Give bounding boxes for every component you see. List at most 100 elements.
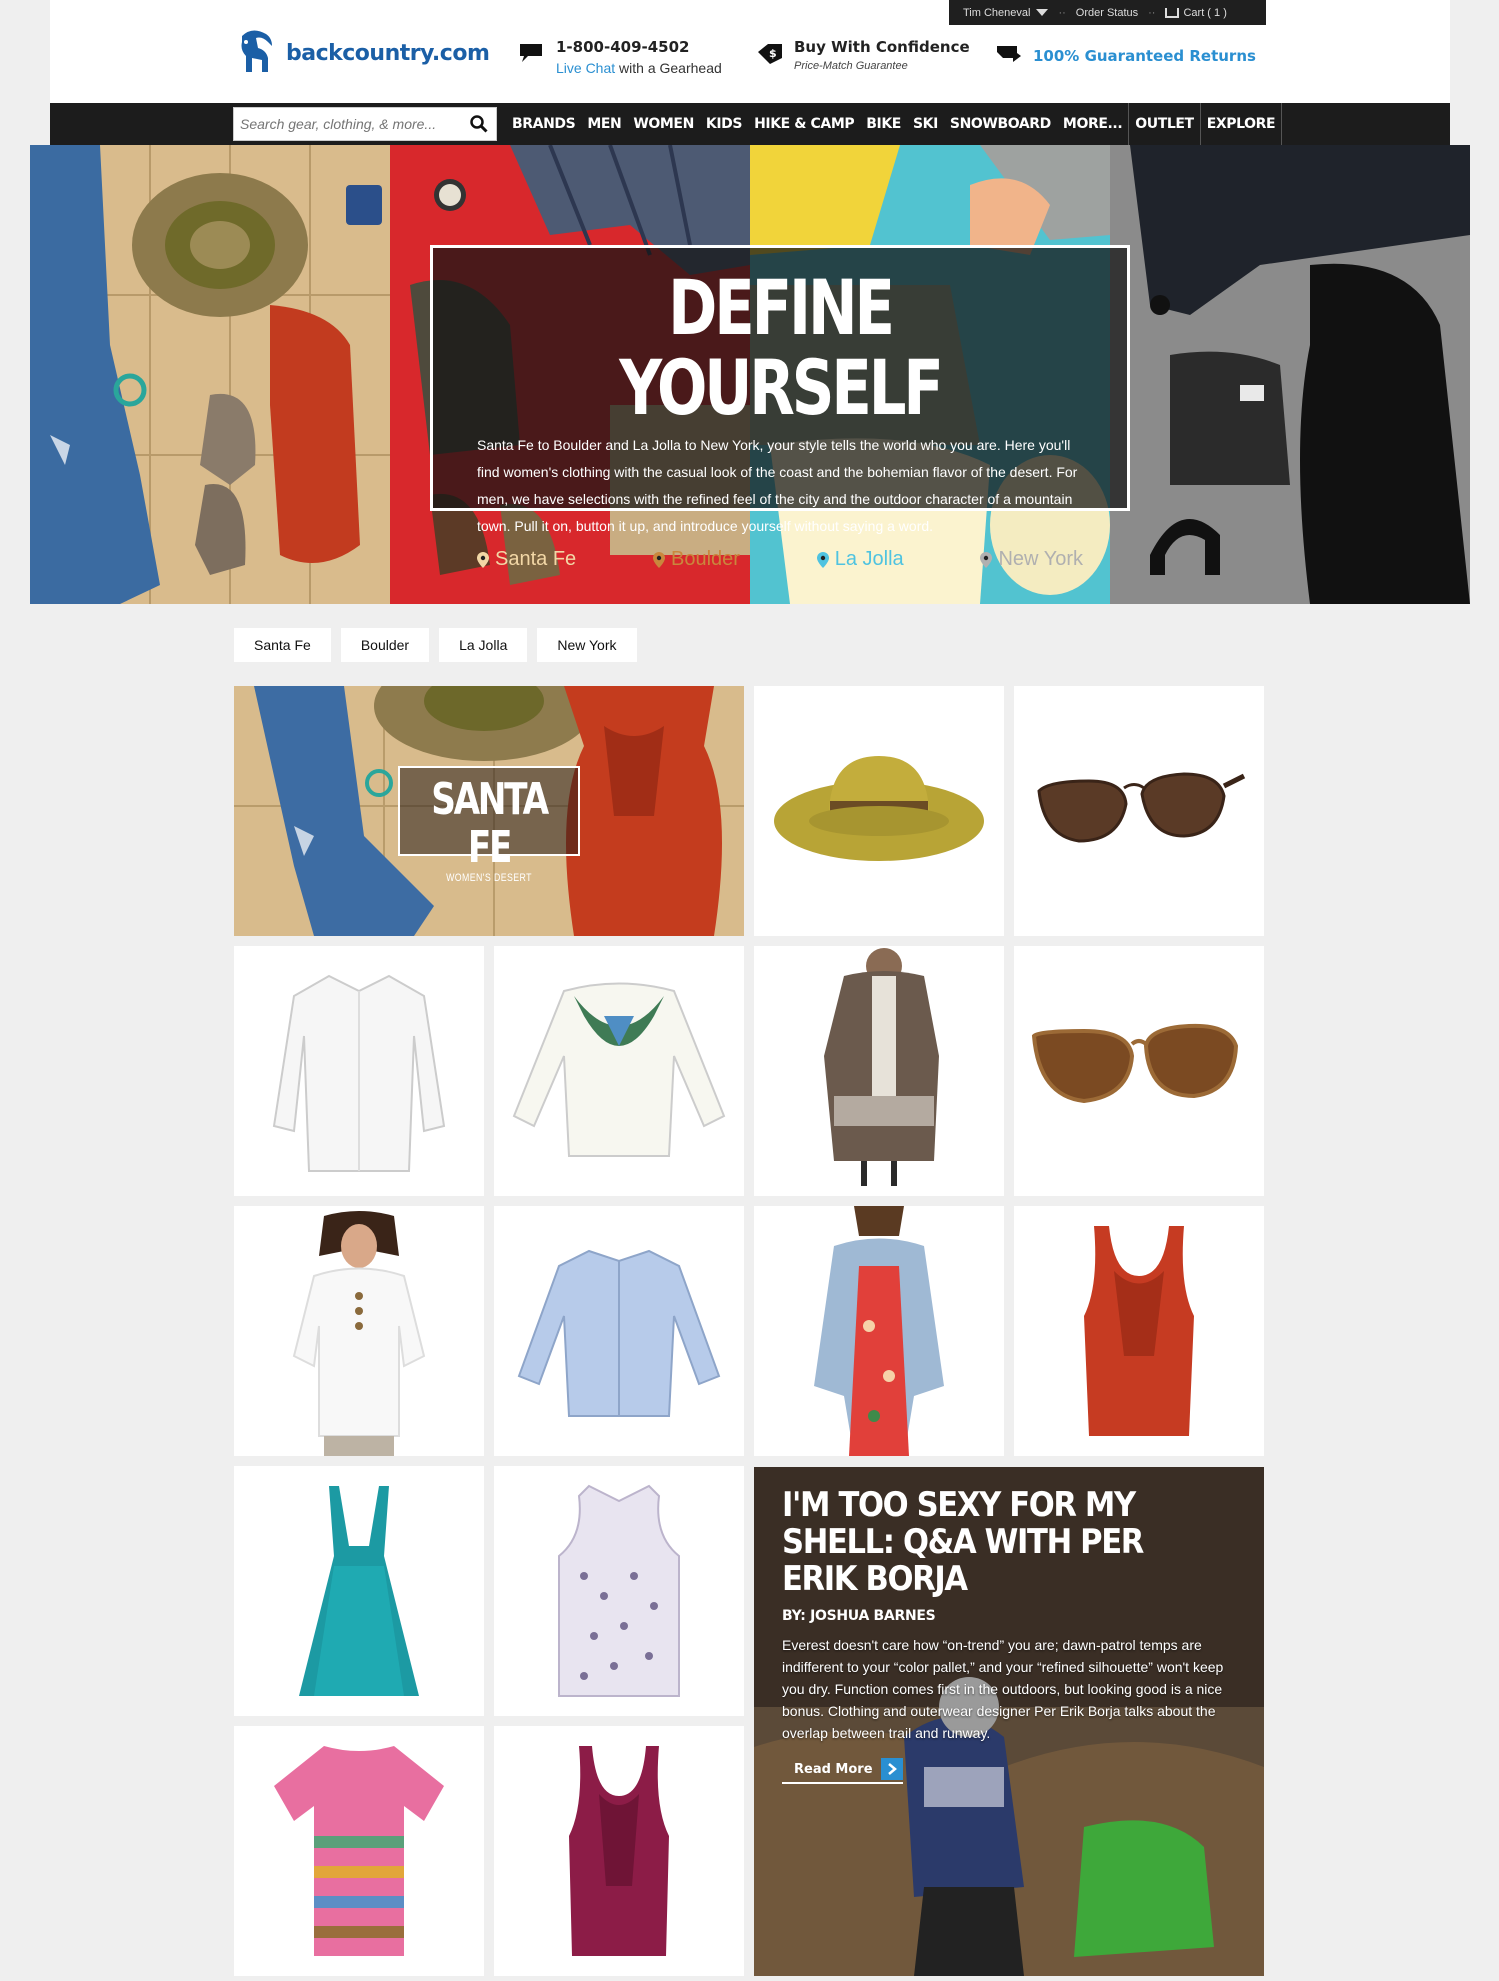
logo[interactable]: backcountry.com [232,28,490,78]
returns-promo: 100% Guaranteed Returns [995,38,1256,65]
hero-city-la-jolla[interactable]: La Jolla [816,548,904,571]
product-tile-sleeveless-print[interactable] [494,1466,744,1716]
sleeveless-print-image [558,1484,680,1697]
white-shirt-image [272,974,446,1172]
santa-fe-label: SANTA FE WOMEN'S DESERT [398,766,580,884]
price-match-text: Price-Match Guarantee [794,60,908,72]
hero-city-boulder[interactable]: Boulder [652,548,740,571]
search-box [233,107,497,141]
santa-fe-title: SANTA FE [431,774,549,873]
nav-kids[interactable]: KIDS [700,103,748,145]
santa-fe-feature-tile[interactable]: SANTA FE WOMEN'S DESERT [234,686,744,936]
red-tank-image [1084,1226,1194,1436]
nav-more[interactable]: MORE... [1057,103,1128,145]
article-content: I'm Too Sexy For My Shell: Q&A With Per … [782,1487,1242,1784]
chevron-right-icon [880,1758,903,1780]
hero-city-new-york[interactable]: New York [980,548,1083,571]
user-name: Tim Cheneval [963,6,1031,19]
nav-bike[interactable]: BIKE [860,103,907,145]
product-tile-blue-shirt[interactable] [494,1206,744,1456]
product-tile-teal-dress[interactable] [234,1466,484,1716]
separator: ·· [1058,6,1066,19]
city-label: Santa Fe [495,548,577,570]
white-tunic-image [292,1211,426,1456]
straw-hat-image [774,756,984,861]
teal-dress-image [299,1486,419,1696]
product-tile-printed-top[interactable] [494,946,744,1196]
logo-text: backcountry.com [286,40,490,66]
nav-hike-camp[interactable]: HIKE & CAMP [748,103,860,145]
live-chat-link[interactable]: Live Chat [556,60,615,76]
cart-link[interactable]: Cart ( 1 ) [1165,6,1227,19]
hero-cities: Santa Fe Boulder La Jolla New York [477,548,1083,571]
article-card[interactable]: I'm Too Sexy For My Shell: Q&A With Per … [754,1467,1264,1976]
nav-explore[interactable]: EXPLORE [1199,103,1283,145]
gearhead-text: with a Gearhead [615,60,722,76]
product-tile-white-shirt[interactable] [234,946,484,1196]
hero-panel-santa-fe[interactable] [30,145,390,604]
main-nav: BRANDS MEN WOMEN KIDS HIKE & CAMP BIKE S… [50,103,1450,145]
product-tile-denim-jacket[interactable] [754,1206,1004,1456]
goat-icon [232,28,278,78]
cardigan-image [824,948,939,1186]
chevron-down-icon [1036,9,1049,17]
map-pin-icon [980,551,993,568]
chat-bubble-icon [520,44,542,62]
hero-overlay: DEFINE YOURSELF Santa Fe to Boulder and … [430,245,1130,570]
blue-shirt-image [517,1249,721,1417]
product-tile-maroon-tank[interactable] [494,1726,744,1976]
search-input[interactable] [240,116,460,132]
order-status-link[interactable]: Order Status [1076,7,1138,19]
hero-banner: DEFINE YOURSELF Santa Fe to Boulder and … [30,145,1470,604]
nav-men[interactable]: MEN [581,103,627,145]
cart-label: Cart ( 1 ) [1183,6,1227,19]
phone-promo: 1-800-409-4502 Live Chat with a Gearhead [518,38,722,76]
confidence-title[interactable]: Buy With Confidence [794,38,970,56]
account-menu[interactable]: Tim Cheneval [963,6,1049,19]
product-tile-tortoise-sunglasses[interactable] [1014,946,1264,1196]
nav-brands[interactable]: BRANDS [506,103,581,145]
map-pin-icon [477,551,489,568]
filter-new-york[interactable]: New York [537,628,637,662]
nav-snowboard[interactable]: SNOWBOARD [944,103,1057,145]
filter-la-jolla[interactable]: La Jolla [439,628,528,662]
phone-number[interactable]: 1-800-409-4502 [556,38,722,56]
filter-boulder[interactable]: Boulder [340,628,430,662]
aviator-sunglasses-image [1037,772,1246,843]
read-more-label: Read More [794,1761,873,1777]
product-tile-aviator-sunglasses[interactable] [1014,686,1264,936]
article-byline: BY: JOSHUA BARNES [782,1608,936,1624]
nav-items: BRANDS MEN WOMEN KIDS HIKE & CAMP BIKE S… [506,103,1283,145]
returns-link[interactable]: 100% Guaranteed Returns [1033,47,1256,65]
nav-women[interactable]: WOMEN [627,103,700,145]
price-tag-icon: $ [758,44,782,64]
product-tile-white-tunic[interactable] [234,1206,484,1456]
filter-santa-fe[interactable]: Santa Fe [234,628,331,662]
hero-city-santa-fe[interactable]: Santa Fe [477,548,576,571]
hero-panel-new-york[interactable] [1110,145,1470,604]
product-tile-straw-hat[interactable] [754,686,1004,936]
santa-fe-subtitle: WOMEN'S DESERT [446,872,532,884]
hero-body: Santa Fe to Boulder and La Jolla to New … [477,437,1078,534]
returns-icon [997,46,1021,62]
map-pin-icon [816,551,829,568]
city-label: Boulder [670,548,740,570]
hero-title: DEFINE YOURSELF [619,263,944,432]
maroon-tank-image [569,1746,669,1956]
nav-ski[interactable]: SKI [907,103,944,145]
product-tile-striped-tee[interactable] [234,1726,484,1976]
read-more-button[interactable]: Read More [782,1758,903,1784]
article-body: Everest doesn't care how “on-trend” you … [782,1637,1224,1741]
city-label: La Jolla [834,548,904,570]
tortoise-sunglasses-image [1031,1023,1239,1104]
product-tile-cardigan[interactable] [754,946,1004,1196]
nav-outlet[interactable]: OUTLET [1128,103,1199,145]
striped-tee-image [274,1746,444,1956]
denim-jacket-image [814,1206,944,1456]
city-filters: Santa Fe Boulder La Jolla New York [234,628,637,662]
printed-top-image [512,982,726,1157]
search-icon[interactable] [470,115,488,133]
article-title[interactable]: I'm Too Sexy For My Shell: Q&A With Per … [782,1487,1196,1598]
city-label: New York [998,548,1083,570]
product-tile-red-tank[interactable] [1014,1206,1264,1456]
